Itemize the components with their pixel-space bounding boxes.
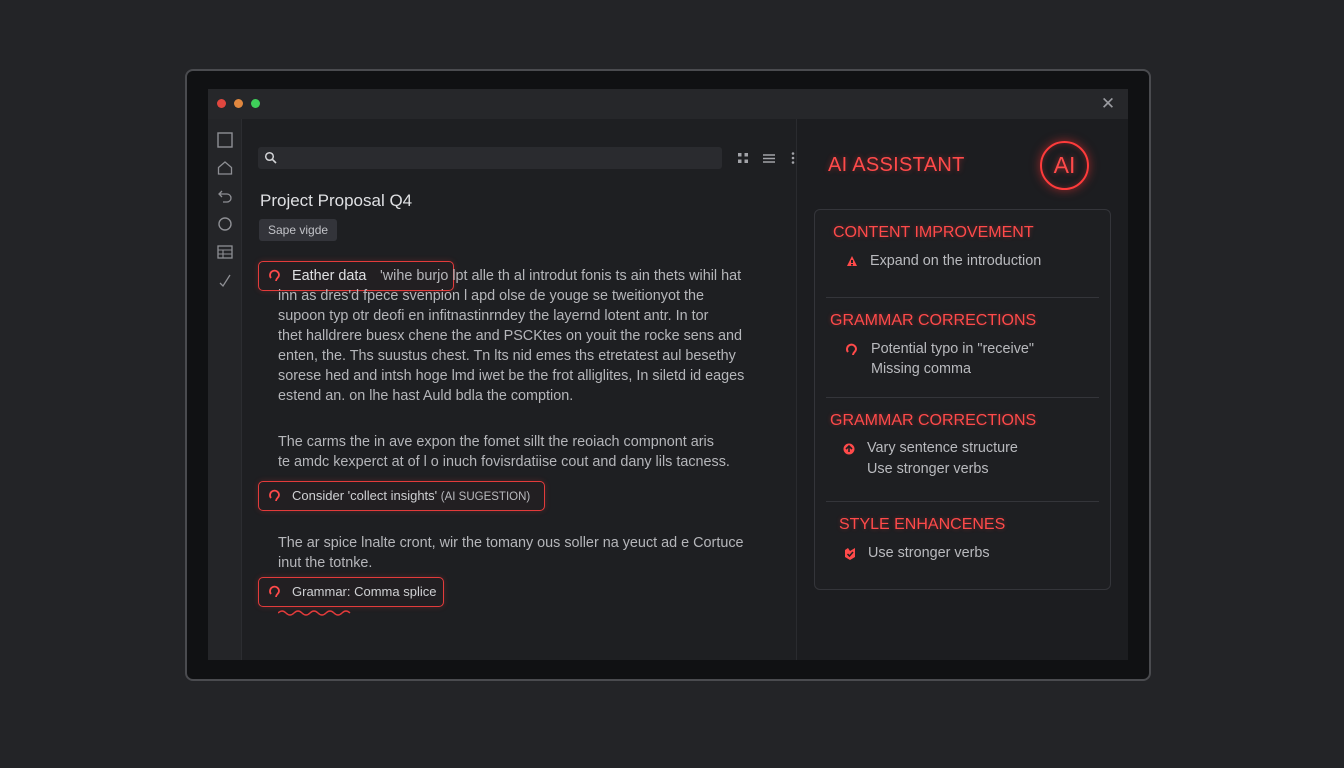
suggestion-item[interactable]: Expand on the introduction	[870, 253, 1041, 269]
suggestions-card: CONTENT IMPROVEMENT Expand on the introd…	[814, 209, 1111, 590]
ear-icon	[268, 585, 282, 599]
highlighted-phrase: Eather data	[292, 268, 367, 284]
editor-pane: Project Proposal Q4 Sape vigde Eather da…	[242, 119, 828, 660]
undo-icon[interactable]	[216, 186, 234, 204]
ear-icon	[268, 269, 282, 283]
title-bar: ✕	[208, 89, 1128, 119]
suggestion-item[interactable]: Missing comma	[871, 361, 971, 377]
paragraph3-line1: The ar spice lnalte cront, wir the toman…	[278, 535, 744, 551]
suggestion-item[interactable]: Potential typo in "receive"	[871, 341, 1034, 357]
check-icon[interactable]	[216, 271, 234, 289]
assistant-title: AI ASSISTANT	[828, 154, 965, 176]
paragraph1-line5: enten, the. Ths suustus chest. Tn lts ni…	[278, 348, 736, 364]
suggestion-item[interactable]: Vary sentence structure	[867, 440, 1018, 456]
square-icon[interactable]	[216, 131, 234, 149]
paragraph1-line3: supoon typ otr deofi en infitnastinrndey…	[278, 308, 709, 324]
document-tag[interactable]: Sape vigde	[259, 219, 338, 241]
search-input[interactable]	[282, 147, 716, 171]
sparkle-check-icon	[843, 547, 857, 561]
circle-icon[interactable]	[216, 215, 234, 233]
left-sidebar	[208, 119, 242, 660]
grid-icon[interactable]	[736, 151, 750, 165]
section-divider	[826, 297, 1099, 298]
window-minimize-dot[interactable]	[234, 99, 243, 108]
paragraph1-line7: estend an. on lhe hast Auld bdla the com…	[278, 388, 574, 404]
error-squiggle	[278, 610, 351, 616]
window-close-dot[interactable]	[217, 99, 226, 108]
close-icon[interactable]: ✕	[1098, 94, 1118, 114]
table-icon[interactable]	[216, 243, 234, 261]
lock-alert-icon	[845, 254, 859, 268]
paragraph1-line1: 'wihe burjo lpt alle th al introdut foni…	[380, 268, 742, 284]
suggestion-text: Consider 'collect insights'	[292, 488, 438, 503]
list-icon[interactable]	[762, 151, 776, 165]
section-heading-style-enhancements: STYLE ENHANCENES	[839, 516, 1006, 533]
paragraph2-line1: The carms the in ave expon the fomet sil…	[278, 434, 714, 450]
paragraph1-line2: inn as dres'd fpece svenpion l apd olse …	[278, 288, 704, 304]
paragraph1-line4: thet halldrere buesx chene the and PSCKt…	[278, 328, 742, 344]
section-heading-grammar-corrections: GRAMMAR CORRECTIONS	[830, 312, 1037, 329]
section-heading-grammar-corrections: GRAMMAR CORRECTIONS	[830, 412, 1037, 429]
refresh-icon	[842, 442, 856, 456]
ai-suggestion-chip[interactable]: Consider 'collect insights' (AI SUGESTIO…	[258, 481, 545, 511]
window-maximize-dot[interactable]	[251, 99, 260, 108]
suggestion-text: Grammar: Comma splice	[292, 584, 437, 599]
paragraph2-line2: te amdc kexperct at of l o inuch fovisrd…	[278, 454, 730, 470]
suggestion-item[interactable]: Use stronger verbs	[867, 461, 989, 477]
section-divider	[826, 397, 1099, 398]
grammar-suggestion-chip[interactable]: Grammar: Comma splice	[258, 577, 444, 607]
suggestion-note: (AI SUGESTION)	[440, 491, 531, 503]
section-heading-content-improvement: CONTENT IMPROVEMENT	[833, 224, 1034, 241]
document-title: Project Proposal Q4	[260, 191, 413, 210]
ear-icon	[845, 343, 859, 357]
paragraph3-line2: inut the totnke.	[278, 555, 373, 571]
section-divider	[826, 501, 1099, 502]
ai-assistant-panel: AI ASSISTANT AI CONTENT IMPROVEMENT Expa…	[797, 119, 1128, 660]
search-bar[interactable]	[258, 147, 722, 171]
paragraph1-line6: sorese hed and intsh hoge lmd iwet be th…	[278, 368, 745, 384]
ear-icon	[268, 489, 282, 503]
app-window: ✕ Project Proposal Q4 Sape vigde Eather …	[208, 89, 1128, 660]
home-icon[interactable]	[216, 159, 234, 177]
search-icon	[264, 151, 277, 164]
ai-badge-icon[interactable]: AI	[1040, 141, 1089, 190]
suggestion-item[interactable]: Use stronger verbs	[868, 545, 990, 561]
